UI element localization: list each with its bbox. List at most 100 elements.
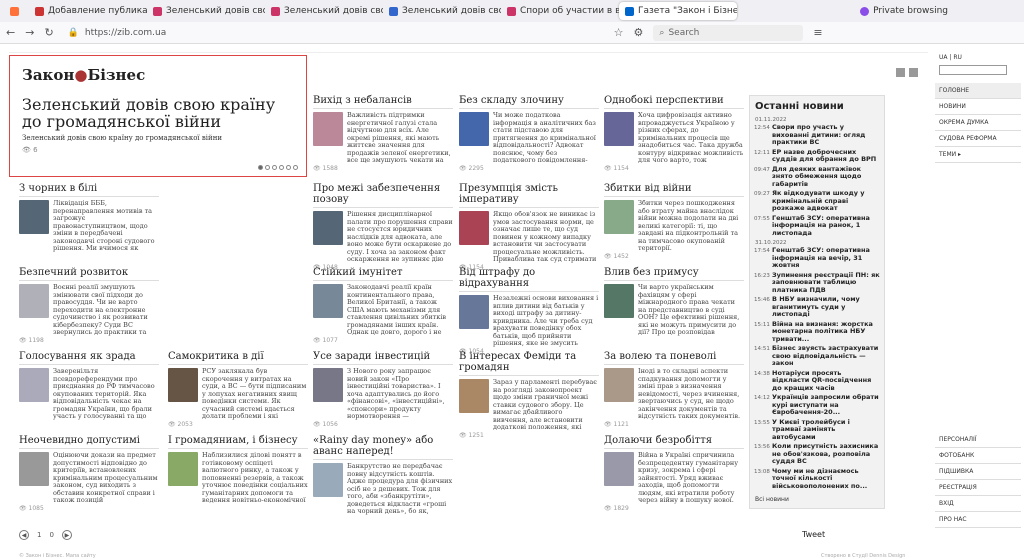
site-logo[interactable]: Закон●Бізнес <box>22 66 145 84</box>
language-switch[interactable]: UA | RU <box>935 52 1021 63</box>
article-card[interactable]: З чорних в білі Ліквідація БББ, перенапра… <box>19 183 159 252</box>
article-title[interactable]: Безпечний розвиток <box>19 267 159 281</box>
article-title[interactable]: В інтересах Феміди та громадян <box>459 351 599 376</box>
news-headline[interactable]: Генштаб ЗСУ: оперативна інформація на ра… <box>772 214 880 238</box>
article-title[interactable]: Презумпція змість імперативу <box>459 183 599 208</box>
article-title[interactable]: Усе заради інвестицій <box>313 351 453 365</box>
news-headline[interactable]: Для деяких вантажівок знято обмеження що… <box>772 165 880 189</box>
article-card[interactable]: Неочевидно допустимі Оцінюючи докази на п… <box>19 435 159 512</box>
article-title[interactable]: Однобокі перспективи <box>604 95 744 109</box>
news-headline[interactable]: ЕР назве доброчесних суддів для обрання … <box>772 148 880 164</box>
news-item[interactable]: 14:12 Українців запросили обрати курі вис… <box>750 393 884 418</box>
news-item[interactable]: 14:51 Бізнес звуясть застрахувати свою ві… <box>750 344 884 369</box>
article-title[interactable]: Без складу злочину <box>459 95 599 109</box>
article-thumbnail[interactable] <box>168 368 198 402</box>
article-title[interactable]: Долаючи безробіття <box>604 435 744 449</box>
article-title[interactable]: Про межі забезпечення позову <box>313 183 453 208</box>
news-item[interactable]: 09:47 Для деяких вантажівок знято обмежен… <box>750 165 884 190</box>
tab-4[interactable]: Зеленський довів свою стра✕ <box>383 2 501 20</box>
menu-item[interactable]: Персоналії <box>935 432 1021 448</box>
back-icon[interactable]: ← <box>6 26 15 39</box>
news-item[interactable]: 15:11 Війна на визнаня: жорстка монетарна… <box>750 320 884 345</box>
footer-right[interactable]: Створено в Студії Dennis Design <box>821 553 905 559</box>
article-card[interactable]: Однобокі перспективи Хоча цифровізація ак… <box>604 95 744 172</box>
article-title[interactable]: Стійкий імунітет <box>313 267 453 281</box>
article-card[interactable]: Без складу злочину Чи може податкова інфо… <box>459 95 599 172</box>
article-title[interactable]: «Rainy day money» або аванс наперед! <box>313 435 453 460</box>
article-card[interactable]: В інтересах Феміди та громадян Зараз у па… <box>459 351 599 439</box>
article-card[interactable]: «Rainy day money» або аванс наперед! Банк… <box>313 435 453 515</box>
site-search-input[interactable] <box>939 65 1007 75</box>
article-card[interactable]: За волею та поневолі Іноді в то складні а… <box>604 351 744 428</box>
share-icons[interactable] <box>896 68 918 77</box>
menu-item[interactable]: Судова реформа <box>935 131 1021 147</box>
article-card[interactable]: І громадяниам, і бізнесу Наблизилися діло… <box>168 435 308 504</box>
news-item[interactable]: 12:54 Своpи про участь у вихованні дитини… <box>750 123 884 148</box>
rss-icon[interactable] <box>896 68 905 77</box>
news-headline[interactable]: Як відкодувати шкоду у кримінальній спра… <box>772 189 880 213</box>
article-thumbnail[interactable] <box>604 284 634 318</box>
featured-title[interactable]: Зеленський довів свою країну до громадян… <box>22 96 292 130</box>
article-card[interactable]: Презумпція змість імперативу Якщо обов'яз… <box>459 183 599 271</box>
tab-0[interactable] <box>4 2 29 20</box>
article-thumbnail[interactable] <box>604 368 634 402</box>
news-headline[interactable]: Коли присутність захисника не обов'язков… <box>772 442 880 466</box>
news-item[interactable]: 17:54 Генштаб ЗСУ: оперативна інформація … <box>750 246 884 271</box>
page-number[interactable]: 1 <box>37 531 41 539</box>
news-item[interactable]: 12:11 ЕР назве доброчесних суддів для обр… <box>750 148 884 165</box>
article-thumbnail[interactable] <box>459 112 489 146</box>
menu-item[interactable]: Головне <box>935 83 1021 99</box>
url-bar[interactable]: 🔒 https://zib.com.ua <box>64 25 604 41</box>
extensions-icon[interactable]: ⚙ <box>634 26 644 39</box>
tweet-button[interactable]: Tweet <box>802 530 825 539</box>
news-item[interactable]: 13:08 Чому ми не дізнаємось точної кілько… <box>750 467 884 492</box>
news-headline[interactable]: У Києві тролейбуси і трамваї замінять ав… <box>772 418 880 442</box>
article-title[interactable]: Від штрафу до відрахування <box>459 267 599 292</box>
menu-item[interactable]: Про нас <box>935 512 1021 528</box>
news-headline[interactable]: Бізнес звуясть застрахувати свою відпові… <box>772 344 880 368</box>
all-news-link[interactable]: Всі новини <box>755 496 789 503</box>
article-thumbnail[interactable] <box>313 368 343 402</box>
footer-left[interactable]: © Закон і Бізнес. Мапа сайту <box>19 553 96 559</box>
article-thumbnail[interactable] <box>313 463 343 497</box>
article-title[interactable]: Вихід з небалансів <box>313 95 453 109</box>
news-item[interactable]: 13:56 Коли присутність захисника не обов'… <box>750 442 884 467</box>
article-thumbnail[interactable] <box>604 112 634 146</box>
next-icon[interactable]: ▶ <box>61 530 72 540</box>
tab-1[interactable]: Добавление публикации✕ <box>29 2 147 20</box>
bookmark-icon[interactable]: ☆ <box>614 26 624 39</box>
article-thumbnail[interactable] <box>19 452 49 486</box>
article-card[interactable]: Самокритика в дії РСУ заклякала був скоро… <box>168 351 308 428</box>
news-item[interactable]: 09:27 Як відкодувати шкоду у кримінальній… <box>750 189 884 214</box>
article-card[interactable]: Про межі забезпечення позову Рішення дисц… <box>313 183 453 271</box>
featured-article[interactable]: Закон●Бізнес Зеленський довів свою країн… <box>9 55 307 177</box>
article-card[interactable]: Голосування як зрада Заверенільтя псевдор… <box>19 351 159 420</box>
article-title[interactable]: За волею та поневолі <box>604 351 744 365</box>
article-thumbnail[interactable] <box>459 379 489 413</box>
article-thumbnail[interactable] <box>313 211 343 245</box>
search-box[interactable]: ⌕ Search <box>653 24 804 41</box>
article-thumbnail[interactable] <box>604 200 634 234</box>
article-thumbnail[interactable] <box>19 284 49 318</box>
menu-icon[interactable]: ≡ <box>813 26 822 39</box>
article-title[interactable]: Влив без примусу <box>604 267 744 281</box>
menu-item[interactable]: Підшивка <box>935 464 1021 480</box>
tab-5[interactable]: Спори об участии в воспита✕ <box>501 2 619 20</box>
menu-item[interactable]: Реєстрація <box>935 480 1021 496</box>
news-item[interactable]: 15:46 В НБУ визначили, чому вганитимуть с… <box>750 295 884 320</box>
article-thumbnail[interactable] <box>459 211 489 245</box>
article-card[interactable]: Долаючи безробіття Війна в Україні спричи… <box>604 435 744 512</box>
news-item[interactable]: 13:55 У Києві тролейбуси і трамваї заміня… <box>750 418 884 443</box>
article-card[interactable]: Усе заради інвестицій З Нового року запра… <box>313 351 453 428</box>
news-headline[interactable]: Українців запросили обрати курі виступат… <box>772 393 880 417</box>
article-title[interactable]: Самокритика в дії <box>168 351 308 365</box>
news-headline[interactable]: В НБУ визначили, чому вганитимуть суди у… <box>772 295 880 319</box>
article-card[interactable]: Влив без примусу Чи варто українським фах… <box>604 267 744 336</box>
article-title[interactable]: Голосування як зрада <box>19 351 159 365</box>
article-thumbnail[interactable] <box>459 295 489 329</box>
menu-item[interactable]: Фотобанк <box>935 448 1021 464</box>
news-item[interactable]: 14:38 Нотаріуси просять відкласти QR-посв… <box>750 369 884 394</box>
article-thumbnail[interactable] <box>313 284 343 318</box>
article-title[interactable]: І громадяниам, і бізнесу <box>168 435 308 449</box>
slider-dots[interactable] <box>258 165 298 170</box>
